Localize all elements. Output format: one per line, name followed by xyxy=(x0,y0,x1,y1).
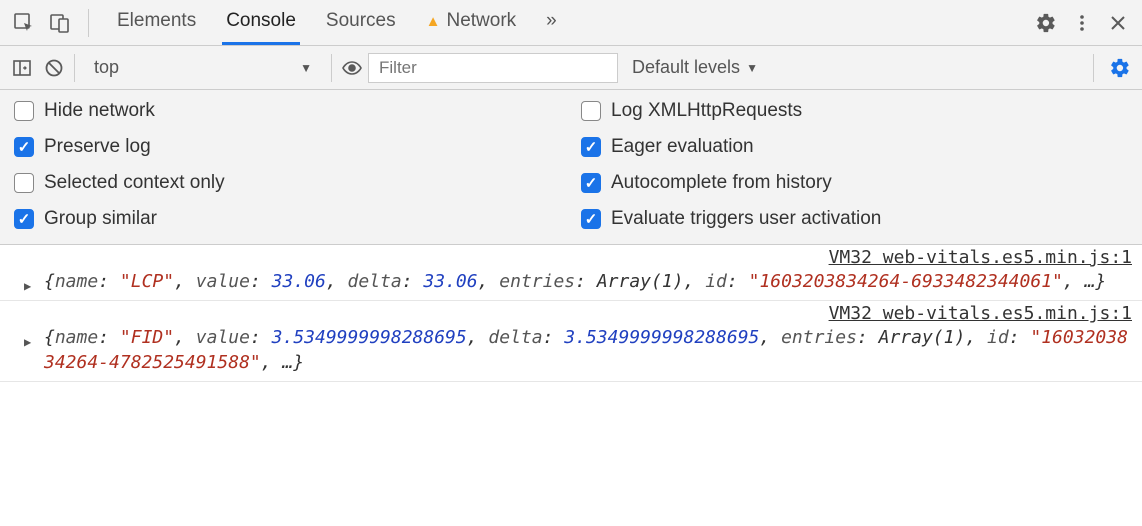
panel-tabs: Elements Console Sources ▲ Network » xyxy=(113,0,561,45)
expand-triangle-icon[interactable]: ▶ xyxy=(24,279,31,293)
levels-label: Default levels xyxy=(632,57,740,78)
more-tabs-button[interactable]: » xyxy=(542,0,561,45)
tab-elements[interactable]: Elements xyxy=(113,0,200,45)
warning-icon: ▲ xyxy=(426,13,441,30)
checkbox-label: Eager evaluation xyxy=(611,136,754,158)
filter-input[interactable] xyxy=(368,53,618,83)
log-entry: VM32 web-vitals.es5.min.js:1 ▶ {name: "L… xyxy=(0,245,1142,301)
checkbox-eager-eval[interactable]: Eager evaluation xyxy=(581,136,1128,158)
checkbox-label: Evaluate triggers user activation xyxy=(611,208,881,230)
log-entry: VM32 web-vitals.es5.min.js:1 ▶ {name: "F… xyxy=(0,301,1142,382)
execution-context-select[interactable]: top ▼ xyxy=(83,53,323,83)
checkbox-label: Autocomplete from history xyxy=(611,172,832,194)
context-select-value: top xyxy=(94,57,119,78)
checkbox-icon xyxy=(14,101,34,121)
checkbox-icon xyxy=(14,137,34,157)
checkbox-label: Log XMLHttpRequests xyxy=(611,100,802,122)
checkbox-group-similar[interactable]: Group similar xyxy=(14,208,561,230)
dropdown-triangle-icon: ▼ xyxy=(746,61,758,75)
checkbox-selected-context[interactable]: Selected context only xyxy=(14,172,561,194)
inspect-element-icon[interactable] xyxy=(6,5,42,41)
separator xyxy=(331,54,332,82)
checkbox-autocomplete-history[interactable]: Autocomplete from history xyxy=(581,172,1128,194)
checkbox-icon xyxy=(14,173,34,193)
tab-sources[interactable]: Sources xyxy=(322,0,400,45)
console-settings-gear-icon[interactable] xyxy=(1104,52,1136,84)
expand-triangle-icon[interactable]: ▶ xyxy=(24,335,31,349)
console-toolbar: top ▼ Default levels ▼ xyxy=(0,46,1142,90)
separator xyxy=(74,54,75,82)
devtools-topbar: Elements Console Sources ▲ Network » xyxy=(0,0,1142,46)
tab-console[interactable]: Console xyxy=(222,0,300,45)
log-levels-select[interactable]: Default levels ▼ xyxy=(632,57,758,78)
checkbox-hide-network[interactable]: Hide network xyxy=(14,100,561,122)
checkbox-preserve-log[interactable]: Preserve log xyxy=(14,136,561,158)
checkbox-log-xhr[interactable]: Log XMLHttpRequests xyxy=(581,100,1128,122)
checkbox-icon xyxy=(581,209,601,229)
log-object[interactable]: {name: "LCP", value: 33.06, delta: 33.06… xyxy=(44,270,1132,294)
console-settings-panel: Hide network Log XMLHttpRequests Preserv… xyxy=(0,90,1142,245)
tab-network-label: Network xyxy=(446,10,516,32)
close-icon[interactable] xyxy=(1100,5,1136,41)
checkbox-label: Hide network xyxy=(44,100,155,122)
checkbox-user-activation[interactable]: Evaluate triggers user activation xyxy=(581,208,1128,230)
checkbox-icon xyxy=(14,209,34,229)
source-link[interactable]: VM32 web-vitals.es5.min.js:1 xyxy=(44,247,1132,268)
tab-network[interactable]: ▲ Network xyxy=(422,0,521,45)
dropdown-triangle-icon: ▼ xyxy=(300,61,312,75)
kebab-menu-icon[interactable] xyxy=(1064,5,1100,41)
separator xyxy=(1093,54,1094,82)
live-expression-eye-icon[interactable] xyxy=(336,52,368,84)
checkbox-label: Selected context only xyxy=(44,172,225,194)
device-toolbar-icon[interactable] xyxy=(42,5,78,41)
source-link[interactable]: VM32 web-vitals.es5.min.js:1 xyxy=(44,303,1132,324)
separator xyxy=(88,9,89,37)
console-output: VM32 web-vitals.es5.min.js:1 ▶ {name: "L… xyxy=(0,245,1142,382)
checkbox-label: Preserve log xyxy=(44,136,151,158)
checkbox-label: Group similar xyxy=(44,208,157,230)
show-sidebar-icon[interactable] xyxy=(6,52,38,84)
checkbox-icon xyxy=(581,101,601,121)
settings-gear-icon[interactable] xyxy=(1028,5,1064,41)
clear-console-icon[interactable] xyxy=(38,52,70,84)
checkbox-icon xyxy=(581,137,601,157)
log-object[interactable]: {name: "FID", value: 3.5349999998288695,… xyxy=(44,326,1132,375)
checkbox-icon xyxy=(581,173,601,193)
